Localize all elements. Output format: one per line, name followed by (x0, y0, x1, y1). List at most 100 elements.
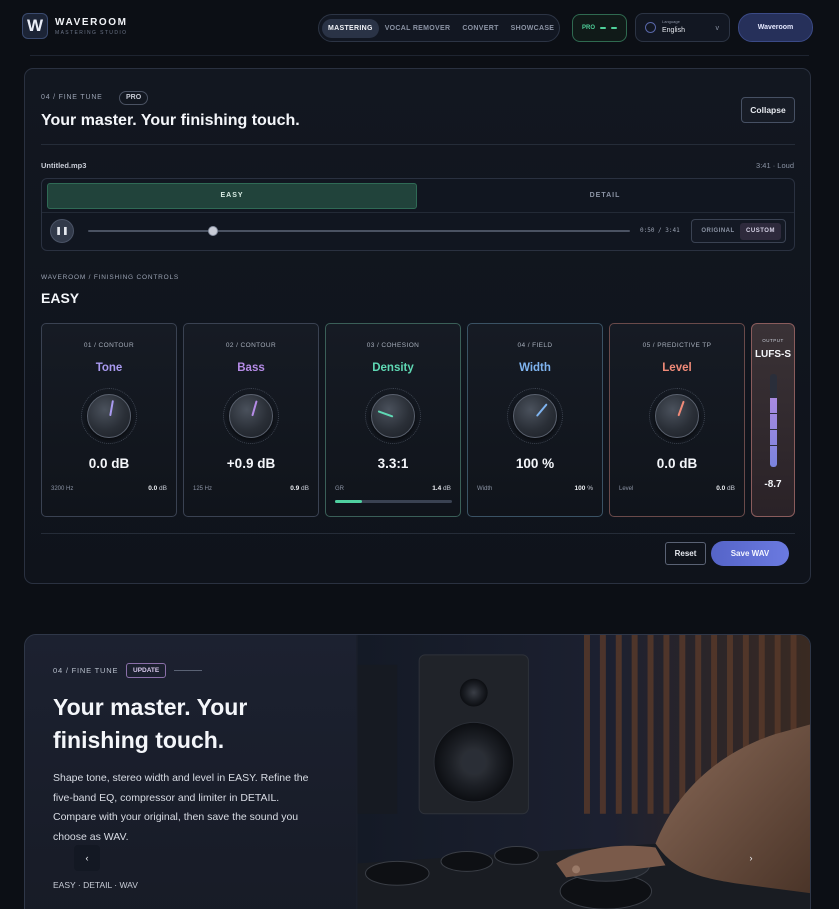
nav-showcase[interactable]: SHOWCASE (505, 19, 561, 38)
output-label: OUTPUT (762, 338, 784, 343)
card-sub-value: 0.0 dB (716, 485, 735, 492)
section-title: Your master. Your finishing touch. (41, 112, 300, 129)
card-sub-value: 0.9 dB (290, 485, 309, 492)
brand-name: WAVEROOM (55, 17, 128, 28)
chevron-down-icon: v (715, 25, 720, 32)
meter-tick (770, 397, 777, 398)
output-unit: LUFS-S (754, 349, 792, 360)
tab-easy[interactable]: EASY (47, 183, 417, 209)
knob-needle (109, 400, 114, 417)
nav-convert[interactable]: CONVERT (456, 19, 504, 38)
knob-needle (677, 400, 685, 417)
density-knob[interactable] (371, 394, 415, 438)
controls-kicker: WAVEROOM / FINISHING CONTROLS (41, 274, 180, 281)
card-sub-value: 100 % (574, 485, 593, 492)
feature-hero: 04 / FINE TUNE UPDATE Your master. Your … (24, 634, 811, 909)
gain-reduction-meter (335, 500, 452, 503)
time-readout: 0:50 / 3:41 (640, 227, 680, 234)
knob-needle (535, 403, 548, 417)
tab-detail[interactable]: DETAIL (420, 183, 790, 209)
output-meter-card: OUTPUT LUFS-S -8.7 (751, 323, 795, 517)
pause-icon: ❚❚ (55, 226, 69, 235)
card-sub-value: 0.0 dB (148, 485, 167, 492)
hero-kicker: 04 / FINE TUNE (53, 666, 119, 675)
card-sub-value: 1.4 dB (432, 485, 451, 492)
hero-title: Your master. Your finishing touch. (53, 694, 248, 753)
ab-compare-toggle: ORIGINAL CUSTOM (691, 219, 786, 243)
save-wav-button[interactable]: Save WAV (711, 541, 789, 566)
card-name: Bass (237, 362, 265, 374)
nav-vocal-remover[interactable]: VOCAL REMOVER (379, 19, 457, 38)
carousel-prev-button[interactable]: ‹ (74, 845, 100, 871)
language-value: English (662, 27, 685, 34)
card-sub-label: GR (335, 486, 344, 492)
card-sub-label: 3200 Hz (51, 486, 74, 492)
card-name: Density (372, 362, 414, 374)
seek-thumb[interactable] (207, 226, 218, 236)
pause-button[interactable]: ❚❚ (50, 219, 74, 243)
update-badge: UPDATE (126, 663, 167, 678)
gain-reduction-fill (335, 500, 362, 503)
width-knob[interactable] (513, 394, 557, 438)
player-box: EASY DETAIL ❚❚ 0:50 / 3:41 ORIGINAL CUST… (41, 178, 795, 251)
output-value: -8.7 (764, 479, 782, 490)
original-button[interactable]: ORIGINAL (698, 224, 738, 239)
controls-title: EASY (41, 290, 80, 306)
section-kicker: 04 / FINE TUNE (41, 94, 103, 101)
reset-button[interactable]: Reset (665, 542, 706, 565)
card-density: 03 / COHESION Density 3.3:1 GR 1.4 dB (325, 323, 461, 517)
header-divider (30, 55, 809, 56)
meter-tick (770, 445, 777, 446)
file-name: Untitled.mp3 (41, 161, 87, 170)
waveroom-cta-button[interactable]: Waveroom (738, 13, 813, 42)
pro-label: PRO (581, 25, 595, 31)
globe-icon (645, 22, 656, 33)
custom-button[interactable]: CUSTOM (740, 223, 781, 240)
tone-knob[interactable] (87, 394, 131, 438)
lufs-meter (770, 374, 777, 467)
card-value: 3.3:1 (377, 456, 409, 471)
card-name: Level (662, 362, 692, 374)
top-header: W WAVEROOM MASTERING STUDIO MASTERING VO… (0, 0, 839, 56)
card-value: 0.0 dB (88, 456, 130, 471)
card-kicker: 04 / FIELD (517, 342, 553, 349)
nav-mastering[interactable]: MASTERING (322, 18, 379, 38)
hero-footer: EASY · DETAIL · WAV (53, 880, 138, 890)
hero-rule (174, 670, 202, 671)
knob-needle (377, 410, 394, 418)
brand-tagline: MASTERING STUDIO (55, 30, 128, 36)
card-bass: 02 / CONTOUR Bass +0.9 dB 125 Hz 0.9 dB (183, 323, 319, 517)
divider (41, 533, 795, 534)
pro-badge: PRO (119, 91, 149, 105)
card-sub-label: 125 Hz (193, 486, 213, 492)
fine-tune-panel: 04 / FINE TUNE PRO Your master. Your fin… (24, 68, 811, 584)
seek-track[interactable] (88, 230, 630, 232)
meter-tick (770, 413, 777, 414)
card-name: Width (519, 362, 551, 374)
card-kicker: 02 / CONTOUR (225, 342, 277, 349)
card-tone: 01 / CONTOUR Tone 0.0 dB 3200 Hz 0.0 dB (41, 323, 177, 517)
card-value: 0.0 dB (656, 456, 698, 471)
meter-tick (770, 429, 777, 430)
card-kicker: 05 / PREDICTIVE TP (642, 342, 712, 349)
card-sub-label: Level (619, 486, 634, 492)
divider (42, 212, 794, 213)
bass-knob[interactable] (229, 394, 273, 438)
card-level: 05 / PREDICTIVE TP Level 0.0 dB Level 0.… (609, 323, 745, 517)
level-knob[interactable] (655, 394, 699, 438)
language-select[interactable]: Language English v (635, 13, 730, 42)
lufs-meter-fill (770, 397, 777, 467)
knob-needle (251, 400, 258, 417)
card-name: Tone (95, 362, 123, 374)
file-meta: 3:41 · Loud (756, 161, 794, 170)
card-width: 04 / FIELD Width 100 % Width 100 % (467, 323, 603, 517)
divider (41, 144, 795, 145)
carousel-next-button[interactable]: › (738, 845, 764, 871)
logo-icon[interactable]: W (22, 13, 48, 39)
dash-icon (600, 27, 606, 29)
collapse-button[interactable]: Collapse (741, 97, 795, 123)
pro-status-pill[interactable]: PRO (572, 14, 627, 42)
card-kicker: 01 / CONTOUR (83, 342, 135, 349)
card-value: 100 % (515, 456, 555, 471)
hero-description: Shape tone, stereo width and level in EA… (53, 772, 309, 843)
